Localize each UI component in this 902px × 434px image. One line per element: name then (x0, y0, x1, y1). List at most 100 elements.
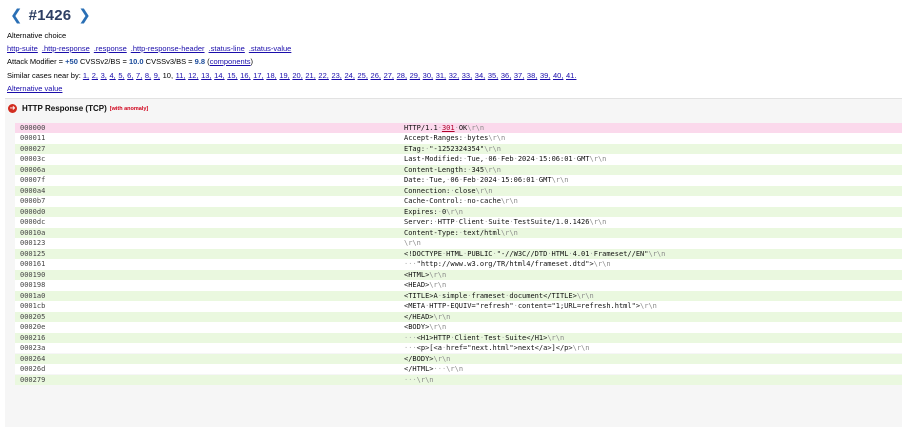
table-row: 000216 ···<H1>HTTP·Client·Test·Suite</H1>… (15, 332, 902, 343)
alternative-value-link[interactable]: Alternative value (7, 84, 62, 93)
table-row: 000125 <!DOCTYPE·HTML·PUBLIC·"-//W3C//DTD… (15, 248, 902, 260)
tag-link[interactable]: http-suite (7, 44, 38, 53)
row-data: Cache-Control:·no-cache\r\n (404, 197, 518, 206)
row-data: Last-Modified:·Tue,·06·Feb·2024·15:06:01… (404, 155, 607, 164)
similar-case-link[interactable]: 15, (227, 71, 237, 80)
chevron-right-icon[interactable]: ❯ (78, 7, 91, 23)
table-row: 000123 \r\n (15, 238, 902, 249)
tag-link[interactable]: .response (94, 44, 127, 53)
similar-case-link[interactable]: 25, (358, 71, 368, 80)
similar-case-links: 1, 2, 3, 4, 5, 6, 7, 8, 9, (83, 71, 163, 80)
row-offset: 000190 (20, 270, 46, 279)
similar-case-link[interactable]: 39, (540, 71, 550, 80)
current-case-number: 10, (162, 71, 174, 80)
table-row: 0001cb <META·HTTP-EQUIV="refresh"·content… (15, 301, 902, 312)
row-data: Connection:·close\r\n (404, 186, 493, 195)
similar-case-link[interactable]: 36, (501, 71, 511, 80)
cvss3-label: CVSSv3/BS = (143, 57, 195, 66)
similar-cases-line: Similar cases near by: 1, 2, 3, 4, 5, 6, 7, 8, 9… (7, 71, 579, 81)
similar-case-link[interactable]: 1, (83, 71, 89, 80)
similar-case-link[interactable]: 5, (118, 71, 124, 80)
tag-link[interactable]: .http-response-header (131, 44, 205, 53)
components-close: ) (250, 57, 254, 66)
similar-case-link[interactable]: 13, (201, 71, 211, 80)
similar-case-link[interactable]: 16, (240, 71, 250, 80)
row-offset: 000123 (20, 239, 46, 248)
panel-header: ➜ HTTP Response (TCP) [with anomaly] (8, 104, 148, 113)
similar-case-link[interactable]: 33, (462, 71, 472, 80)
tag-link[interactable]: .status-value (249, 44, 292, 53)
tag-link[interactable]: .http-response (42, 44, 90, 53)
similar-case-link[interactable]: 9, (154, 71, 160, 80)
row-offset: 0000dc (20, 218, 46, 227)
table-row: 0000d0 Expires:·0\r\n (15, 206, 902, 218)
row-data: </BODY>\r\n (404, 354, 451, 363)
similar-case-link[interactable]: 14, (214, 71, 224, 80)
similar-case-link[interactable]: 29, (410, 71, 420, 80)
row-offset: 000198 (20, 281, 46, 290)
similar-case-link[interactable]: 7, (136, 71, 142, 80)
similar-case-link[interactable]: 18, (266, 71, 276, 80)
table-row: 0000b7 Cache-Control:·no-cache\r\n (15, 196, 902, 207)
similar-case-link[interactable]: 20, (292, 71, 302, 80)
similar-case-link[interactable]: 6, (127, 71, 133, 80)
row-offset: 0000b7 (20, 197, 46, 206)
cvss2-value: 10.0 (128, 57, 144, 66)
similar-case-link[interactable]: 22, (318, 71, 328, 80)
row-offset: 0001cb (20, 302, 46, 311)
row-offset: 0001a0 (20, 291, 46, 300)
table-row: 000011 Accept-Ranges:·bytes\r\n (15, 133, 902, 144)
similar-case-link[interactable]: 34, (475, 71, 485, 80)
similar-case-link[interactable]: 21, (305, 71, 315, 80)
row-data: </HEAD>\r\n (404, 312, 451, 321)
similar-case-link[interactable]: 12, (188, 71, 198, 80)
row-offset: 000125 (20, 249, 46, 258)
similar-case-link[interactable]: 30, (423, 71, 433, 80)
anomaly-badge: [with anomaly] (109, 105, 149, 112)
similar-cases-label: Similar cases near by: (7, 71, 83, 80)
row-offset: 0000d0 (20, 207, 46, 216)
row-data: ETag:·"-1252324354"\r\n (404, 144, 501, 153)
row-offset: 000216 (20, 333, 46, 342)
similar-case-link[interactable]: 4, (109, 71, 115, 80)
table-row: 000198 <HEAD>\r\n (15, 280, 902, 291)
similar-case-link[interactable]: 32, (449, 71, 459, 80)
row-data: Date:·Tue,·06·Feb·2024·15:06:01·GMT\r\n (404, 176, 569, 185)
row-offset: 00026d (20, 365, 46, 374)
similar-case-link[interactable]: 27, (384, 71, 394, 80)
similar-case-link[interactable]: 28, (397, 71, 407, 80)
similar-case-link[interactable]: 11, (176, 71, 186, 80)
row-data: HTTP/1.1·301·OK\r\n (404, 124, 485, 132)
attack-modifier-label: Attack Modifier = (7, 57, 66, 66)
similar-case-link[interactable]: 8, (145, 71, 151, 80)
table-row: 000190 <HTML>\r\n (15, 269, 902, 281)
row-data: <HEAD>\r\n (404, 281, 447, 290)
row-offset: 00010a (20, 228, 46, 237)
similar-case-link[interactable]: 35, (488, 71, 498, 80)
chevron-left-icon[interactable]: ❮ (10, 7, 23, 23)
similar-case-link[interactable]: 40, (553, 71, 563, 80)
table-row: 00026d </HTML>···\r\n (15, 364, 902, 375)
similar-case-link[interactable]: 26, (371, 71, 381, 80)
row-offset: 00003c (20, 155, 46, 164)
table-row: 000264 </BODY>\r\n (15, 353, 902, 364)
similar-case-link[interactable]: 2, (92, 71, 98, 80)
similar-case-link[interactable]: 41. (566, 71, 576, 80)
row-data: <META·HTTP-EQUIV="refresh"·content="1;UR… (404, 302, 657, 311)
similar-case-link[interactable]: 31, (436, 71, 446, 80)
row-offset: 00006a (20, 165, 46, 174)
page-title: #1426 (28, 6, 72, 24)
similar-case-link[interactable]: 38, (527, 71, 537, 80)
similar-case-link[interactable]: 19, (279, 71, 289, 80)
row-data: ···"http://www.w3.org/TR/html4/frameset.… (404, 260, 611, 269)
similar-case-link[interactable]: 24, (344, 71, 354, 80)
arrow-right-circle-icon[interactable]: ➜ (8, 104, 17, 113)
similar-case-link[interactable]: 23, (331, 71, 341, 80)
components-link[interactable]: components (210, 57, 251, 66)
tag-link[interactable]: .status-line (209, 44, 245, 53)
similar-case-link[interactable]: 17, (253, 71, 263, 80)
similar-case-link[interactable]: 3, (101, 71, 107, 80)
panel-title: HTTP Response (TCP) (22, 104, 107, 113)
similar-case-link[interactable]: 37, (514, 71, 524, 80)
row-data: Accept-Ranges:·bytes\r\n (404, 134, 506, 143)
